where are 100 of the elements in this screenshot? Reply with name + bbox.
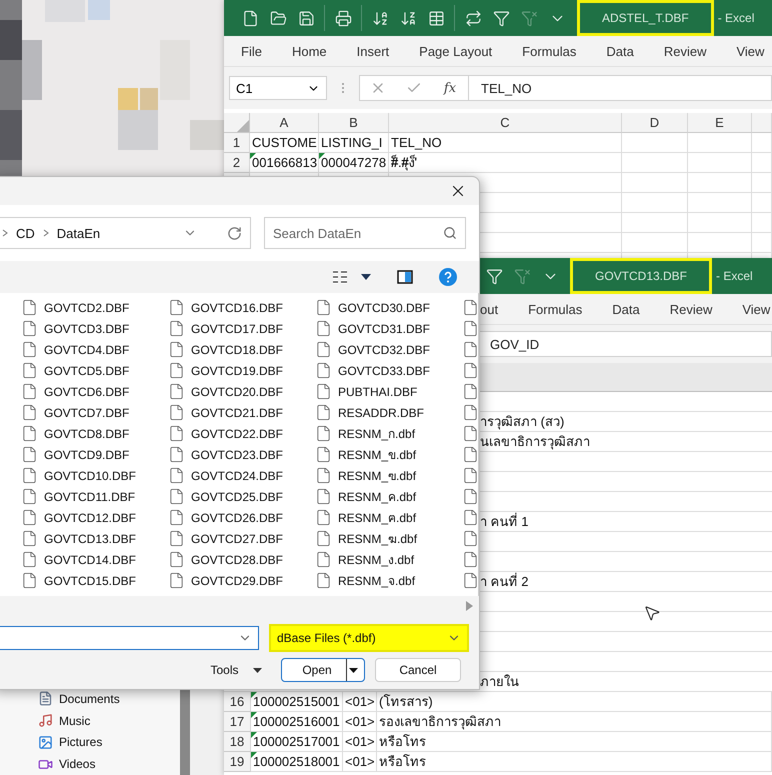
file-item[interactable]: PUBTHAI.DBF [338, 384, 418, 398]
file-item[interactable]: GOVTCD28.DBF [191, 552, 284, 566]
file-item[interactable]: GOVTCD16.DBF [191, 300, 284, 314]
file-item[interactable]: RESNM_ข.dbf [338, 445, 416, 464]
file-item[interactable]: GOVTCD15.DBF [44, 574, 136, 588]
tools-button[interactable]: Tools [201, 658, 271, 682]
column-header[interactable]: E [688, 113, 752, 133]
row-header[interactable]: 18 [224, 732, 251, 752]
row-header[interactable]: 2 [224, 153, 250, 173]
file-item[interactable]: GOVTCD4.DBF [44, 342, 130, 356]
file-item[interactable]: GOVTCD29.DBF [191, 574, 284, 588]
formula-field[interactable]: TEL_NO [468, 76, 532, 100]
nav-item[interactable]: Music [59, 714, 90, 728]
error-marker-icon [251, 712, 257, 718]
insert-function-button[interactable]: fx [432, 80, 468, 96]
file-item[interactable]: RESNM_ฆ.dbf [338, 529, 418, 548]
column-header[interactable]: C [389, 113, 622, 133]
file-name-field[interactable] [0, 626, 259, 650]
ribbon-tab[interactable]: Review [670, 302, 712, 316]
file-item[interactable]: GOVTCD31.DBF [338, 322, 430, 336]
column-header[interactable]: D [622, 113, 688, 133]
file-item[interactable]: RESNM_ฃ.dbf [338, 466, 416, 485]
file-item[interactable]: RESNM_จ.dbf [338, 571, 416, 590]
row-header[interactable]: 17 [224, 712, 251, 732]
view-list-icon[interactable] [333, 271, 347, 283]
column-header[interactable]: B [319, 113, 389, 133]
nav-item[interactable]: Pictures [59, 735, 102, 750]
file-item[interactable]: GOVTCD33.DBF [338, 364, 430, 378]
file-item[interactable]: GOVTCD25.DBF [191, 490, 284, 504]
ribbon-tab[interactable]: Formulas [522, 44, 576, 58]
ribbon-tab[interactable]: Formulas [528, 302, 582, 316]
file-item[interactable]: GOVTCD9.DBF [44, 448, 130, 462]
nav-item[interactable]: Documents [59, 692, 120, 706]
ribbon-tab[interactable]: Page Layout [419, 44, 492, 58]
help-icon[interactable] [439, 268, 457, 286]
file-item[interactable]: GOVTCD2.DBF [44, 300, 130, 314]
row-header[interactable]: 19 [224, 752, 251, 772]
file-item[interactable]: GOVTCD22.DBF [191, 426, 284, 440]
file-icon [168, 572, 185, 589]
search-field[interactable]: Search DataEn [264, 217, 466, 249]
file-item[interactable]: GOVTCD26.DBF [191, 510, 284, 524]
file-item[interactable]: GOVTCD32.DBF [338, 342, 430, 356]
file-type-dropdown[interactable]: dBase Files (*.dbf) [269, 624, 469, 652]
search-icon[interactable] [443, 226, 457, 240]
ribbon-tab[interactable]: Data [606, 44, 634, 58]
file-item[interactable]: GOVTCD24.DBF [191, 468, 284, 482]
file-item[interactable]: GOVTCD8.DBF [44, 426, 130, 440]
file-item[interactable]: GOVTCD12.DBF [44, 510, 136, 524]
ribbon-tab[interactable]: Insert [356, 44, 390, 58]
ribbon-tab[interactable]: Home [292, 44, 327, 58]
cancel-button[interactable]: Cancel [375, 658, 461, 682]
file-item[interactable]: RESNM_ฅ.dbf [338, 508, 416, 527]
file-item[interactable]: GOVTCD18.DBF [191, 342, 284, 356]
row-header[interactable]: 16 [224, 692, 251, 712]
refresh-icon[interactable] [227, 226, 242, 240]
file-item[interactable]: GOVTCD6.DBF [44, 384, 130, 398]
table-cell [688, 173, 752, 193]
ribbon-tab[interactable]: Review [664, 44, 706, 58]
open-button[interactable]: Open [281, 658, 365, 682]
breadcrumb-item[interactable]: DataEn [56, 226, 100, 240]
file-item[interactable]: GOVTCD21.DBF [191, 406, 284, 420]
file-item[interactable]: GOVTCD10.DBF [44, 468, 136, 482]
nav-item[interactable]: Videos [59, 757, 96, 772]
file-item[interactable]: GOVTCD13.DBF [44, 532, 136, 546]
file-item[interactable]: GOVTCD14.DBF [44, 552, 136, 566]
file-item[interactable]: GOVTCD7.DBF [44, 406, 130, 420]
row-header[interactable]: 1 [224, 133, 250, 153]
column-header[interactable]: A [250, 113, 319, 133]
scrollbar[interactable] [180, 688, 190, 775]
ribbon-tab[interactable]: out [480, 302, 498, 316]
file-icon [315, 446, 332, 463]
breadcrumb-item[interactable]: CD [16, 226, 35, 240]
file-item[interactable]: GOVTCD17.DBF [191, 322, 284, 336]
caret-icon[interactable] [348, 668, 358, 672]
file-item[interactable]: GOVTCD27.DBF [191, 532, 284, 546]
file-item[interactable]: GOVTCD20.DBF [191, 384, 284, 398]
caret-icon[interactable] [252, 668, 262, 672]
file-item[interactable]: GOVTCD30.DBF [338, 300, 430, 314]
file-item[interactable]: RESNM_ง.dbf [338, 550, 414, 569]
ribbon-tab[interactable]: Data [612, 302, 640, 316]
ribbon-tab[interactable]: File [241, 44, 262, 58]
name-box[interactable]: C1 [229, 76, 327, 100]
file-icon [168, 320, 185, 337]
file-item[interactable]: GOVTCD23.DBF [191, 448, 284, 462]
scroll-right-icon[interactable] [466, 601, 473, 611]
file-item[interactable]: RESNM_ก.dbf [338, 424, 416, 443]
address-bar[interactable]: CD DataEn [0, 217, 251, 249]
ribbon-tab[interactable]: View [736, 44, 764, 58]
file-item[interactable]: GOVTCD3.DBF [44, 322, 130, 336]
file-item[interactable]: RESNM_ค.dbf [338, 487, 416, 506]
table-cell: 100002517001 [251, 732, 343, 752]
file-item[interactable]: GOVTCD19.DBF [191, 364, 284, 378]
file-item[interactable]: GOVTCD5.DBF [44, 364, 130, 378]
window-title: GOVTCD13.DBF [570, 258, 712, 294]
table-cell [622, 173, 688, 193]
file-item[interactable]: GOVTCD11.DBF [44, 490, 136, 504]
file-item[interactable]: RESADDR.DBF [338, 406, 424, 420]
preview-pane-icon[interactable] [397, 270, 413, 284]
ribbon-tab[interactable]: View [742, 302, 770, 316]
caret-icon[interactable] [361, 274, 371, 280]
